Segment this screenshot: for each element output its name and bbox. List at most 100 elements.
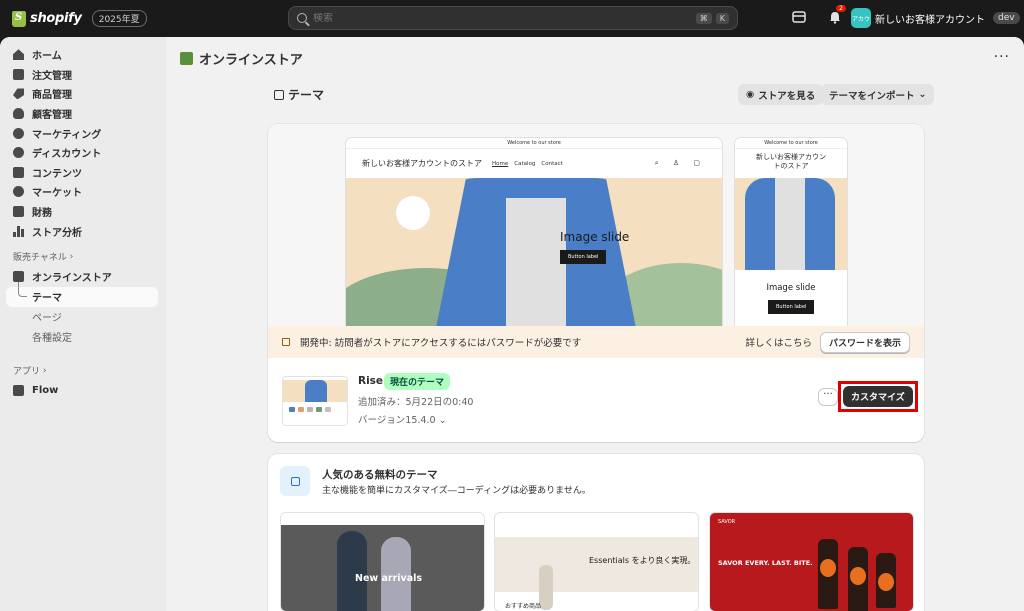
home-icon — [13, 49, 24, 61]
theme-card-2[interactable]: Essentials をより良く実現。 おすすめ商品 — [494, 512, 699, 611]
sidebar-item-label: 注文管理 — [32, 70, 72, 82]
sidebar-item-label: ディスカウント — [32, 149, 102, 161]
sidebar-item-markets[interactable]: マーケット — [0, 182, 166, 202]
theme-icon — [274, 89, 284, 100]
hero-button: Button label — [768, 300, 815, 314]
store-switcher-icon[interactable] — [790, 8, 808, 26]
discount-icon — [13, 147, 24, 159]
sidebar-item-finance[interactable]: 財務 — [0, 202, 166, 222]
chart-icon — [13, 225, 24, 237]
sidebar-item-label: 財務 — [32, 208, 52, 220]
theme-store-icon — [280, 466, 310, 496]
bell-icon[interactable]: 2 — [826, 5, 846, 26]
globe-icon — [13, 186, 24, 198]
section-label: アプリ — [13, 367, 41, 378]
sidebar-subitem-themes[interactable]: テーマ — [6, 281, 158, 307]
theme-preview[interactable]: Welcome to our store 新しいお客様アカウントのストア Hom… — [268, 124, 924, 328]
more-actions-icon[interactable]: ··· — [994, 49, 1010, 65]
theme-added-date: 追加済み：5月22日の0:40 — [358, 397, 474, 408]
popular-themes-title: 人気のある無料のテーマ — [322, 469, 438, 481]
lock-icon — [282, 338, 290, 346]
announcement-bar: Welcome to our store — [346, 138, 722, 149]
sidebar-item-content[interactable]: コンテンツ — [0, 163, 166, 183]
theme-thumbnail — [282, 376, 348, 426]
sidebar-item-label: オンラインストア — [32, 273, 112, 285]
sidebar-item-label: 顧客管理 — [32, 110, 72, 122]
view-store-button[interactable]: ◉ ストアを見る — [738, 84, 824, 105]
sales-channels-section[interactable]: 販売チャネル › — [0, 247, 166, 267]
announcement-bar: Welcome to our store — [735, 138, 847, 149]
preview-nav-item: Catalog — [514, 160, 536, 167]
account-name: 新しいお客様アカウントの... — [875, 14, 985, 26]
theme-card-1[interactable]: New arrivals — [280, 512, 485, 611]
version-text: バージョン15.4.0 — [358, 415, 436, 426]
apps-section[interactable]: アプリ › — [0, 361, 166, 381]
show-password-button[interactable]: パスワードを表示 — [819, 331, 910, 353]
button-label: ストアを見る — [758, 90, 816, 102]
customize-highlight: カスタマイズ — [838, 381, 918, 412]
import-theme-button[interactable]: テーマをインポート ⌄ — [821, 84, 935, 105]
sidebar-item-marketing[interactable]: マーケティング — [0, 123, 166, 143]
sidebar-item-orders[interactable]: 注文管理 — [0, 65, 166, 85]
password-banner: 開発中: 訪問者がストアにアクセスするにはパスワードが必要です 詳しくはこちら … — [268, 326, 924, 358]
bank-icon — [13, 206, 24, 218]
notification-count: 2 — [836, 5, 846, 12]
target-icon — [13, 127, 24, 139]
current-theme-badge: 現在のテーマ — [384, 373, 451, 390]
env-badge: dev — [993, 12, 1020, 24]
sidebar-subitem-pages[interactable]: ページ — [0, 307, 166, 327]
theme-card-text: Essentials をより良く実現。 — [589, 556, 696, 565]
sidebar-item-products[interactable]: 商品管理 — [0, 84, 166, 104]
preview-hero: Image slide Button label — [346, 178, 722, 328]
desktop-preview: Welcome to our store 新しいお客様アカウントのストア Hom… — [346, 138, 722, 328]
theme-card-text: SAVOR EVERY. LAST. BITE. — [718, 559, 813, 567]
theme-version[interactable]: バージョン15.4.0 ⌄ — [358, 412, 447, 426]
sidebar-item-label: マーケティング — [32, 129, 102, 141]
brand-name: shopify — [30, 11, 82, 26]
shortcut-key-k: K — [715, 12, 729, 24]
customize-button[interactable]: カスタマイズ — [843, 386, 913, 407]
learn-more-link[interactable]: 詳しくはこちら — [745, 335, 812, 349]
theme-card-3[interactable]: SAVOR SAVOR EVERY. LAST. BITE. — [709, 512, 914, 611]
theme-more-button[interactable]: ··· — [818, 388, 838, 406]
popular-themes-card: 人気のある無料のテーマ 主な機能を簡単にカスタマイズ―コーディングは必要ありませ… — [268, 454, 924, 611]
banner-text: 開発中: 訪問者がストアにアクセスするにはパスワードが必要です — [300, 338, 582, 349]
inbox-icon — [13, 68, 24, 80]
preview-store-header: 新しいお客様アカウントのストア Home Catalog Contact ⌕ ♙… — [346, 149, 722, 178]
current-theme-card: Welcome to our store 新しいお客様アカウントのストア Hom… — [268, 124, 924, 442]
shopify-bag-icon — [12, 10, 26, 27]
shopify-logo[interactable]: shopify 2025年夏 — [12, 10, 147, 27]
top-icons: 2 — [790, 5, 846, 26]
sidebar-item-label: ストア分析 — [32, 227, 82, 239]
sidebar-item-home[interactable]: ホーム — [0, 45, 166, 65]
search-icon — [297, 13, 307, 23]
eye-icon: ◉ — [746, 89, 755, 100]
current-theme-row: Rise 現在のテーマ 追加済み：5月22日の0:40 バージョン15.4.0 … — [268, 358, 924, 442]
section-label: 販売チャネル — [13, 253, 67, 264]
sidebar-item-label: 商品管理 — [32, 90, 72, 102]
sidebar-item-label: Flow — [32, 384, 59, 396]
search-input[interactable] — [313, 12, 692, 24]
sidebar-item-customers[interactable]: 顧客管理 — [0, 104, 166, 124]
sidebar-item-flow[interactable]: Flow — [0, 381, 166, 401]
popular-themes-subtitle: 主な機能を簡単にカスタマイズ―コーディングは必要ありません。 — [322, 486, 591, 496]
theme-card-subtext: おすすめ商品 — [505, 603, 542, 610]
mobile-hero — [735, 178, 847, 270]
sidebar-item-analytics[interactable]: ストア分析 — [0, 221, 166, 241]
flow-icon — [13, 384, 24, 396]
sidebar-subitem-preferences[interactable]: 各種設定 — [0, 327, 166, 347]
online-store-icon — [13, 271, 24, 283]
app-frame: ホーム 注文管理 商品管理 顧客管理 マーケティング ディスカウント コンテンツ… — [0, 37, 1024, 611]
account-menu[interactable]: アカウ 新しいお客様アカウントの... dev — [851, 8, 1020, 28]
hero-button: Button label — [560, 250, 607, 264]
theme-card-text: New arrivals — [355, 573, 423, 584]
sidebar-item-discounts[interactable]: ディスカウント — [0, 143, 166, 163]
person-icon — [13, 108, 24, 120]
avatar: アカウ — [851, 8, 871, 28]
hero-text: Image slide — [560, 230, 630, 244]
theme-card-brand: SAVOR — [718, 519, 736, 525]
online-store-icon — [180, 52, 193, 65]
preview-nav-item: Contact — [541, 160, 563, 167]
search-box[interactable]: ⌘ K — [288, 6, 738, 30]
page-title-text: テーマ — [288, 88, 325, 102]
